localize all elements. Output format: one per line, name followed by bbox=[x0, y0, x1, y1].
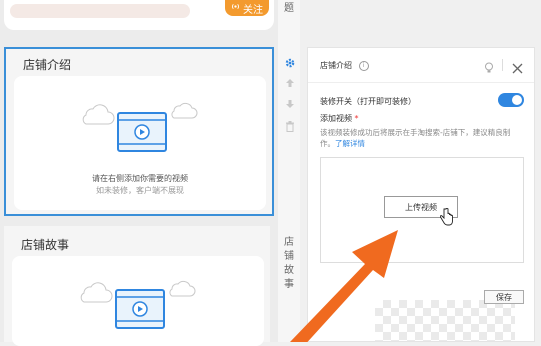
video-placeholder-illustration bbox=[82, 102, 198, 152]
hand-cursor-icon bbox=[439, 207, 454, 230]
cloud-icon bbox=[169, 280, 196, 297]
panel-title-text: 店铺介绍 bbox=[320, 61, 352, 70]
decoration-switch-label: 装修开关（打开即可装修） bbox=[320, 97, 416, 106]
video-description: 该视频装修成功后将展示在手淘搜索-店铺下，建议精良制作。了解详情 bbox=[320, 127, 525, 149]
shop-story-video-placeholder bbox=[12, 256, 264, 346]
arrow-up-icon[interactable] bbox=[282, 75, 298, 91]
add-video-label-text: 添加视频 bbox=[320, 114, 352, 123]
broadcast-icon bbox=[231, 2, 240, 14]
required-mark: * bbox=[354, 114, 359, 123]
video-play-icon bbox=[117, 112, 167, 152]
close-icon[interactable] bbox=[512, 59, 523, 78]
lightbulb-icon[interactable] bbox=[484, 59, 494, 78]
shop-story-module[interactable]: 店铺故事 bbox=[4, 226, 270, 346]
cloud-icon bbox=[82, 104, 115, 125]
shop-intro-video-placeholder: 请在右侧添加你需要的视频 如未装修，客户端不展现 bbox=[14, 76, 266, 210]
shop-header-card: 关注 bbox=[4, 0, 274, 30]
decoration-switch[interactable] bbox=[498, 93, 524, 107]
shop-intro-module[interactable]: 店铺介绍 请在右侧添加你需要的视频 如未装修，客户端不展现 bbox=[4, 47, 274, 216]
gear-icon[interactable] bbox=[282, 55, 298, 71]
save-button[interactable]: 保存 bbox=[484, 290, 524, 304]
video-hint-sub: 如未装修，客户端不展现 bbox=[96, 186, 184, 195]
follow-label: 关注 bbox=[243, 4, 263, 16]
learn-more-link[interactable]: 了解详情 bbox=[335, 139, 365, 148]
left-canvas: 关注 店铺介绍 请在右侧添加你需要的视频 如未装修，客户端不展现 店铺故事 bbox=[0, 0, 278, 346]
switch-knob bbox=[512, 95, 522, 105]
header-divider bbox=[502, 59, 503, 71]
follow-button[interactable]: 关注 bbox=[225, 0, 269, 16]
panel-header-divider bbox=[308, 82, 534, 83]
side-tab-top[interactable]: 题 bbox=[283, 2, 295, 16]
trash-icon[interactable] bbox=[282, 118, 298, 134]
shop-story-title: 店铺故事 bbox=[21, 238, 70, 252]
info-icon[interactable]: i bbox=[358, 60, 369, 71]
video-placeholder-illustration bbox=[80, 280, 196, 329]
add-video-label: 添加视频 * bbox=[320, 113, 359, 124]
video-hint-main: 请在右侧添加你需要的视频 bbox=[92, 174, 188, 183]
video-play-icon bbox=[115, 289, 165, 329]
arrow-down-icon[interactable] bbox=[282, 96, 298, 112]
cloud-icon bbox=[80, 282, 113, 303]
orange-arrow-icon bbox=[290, 230, 398, 342]
panel-title: 店铺介绍 i bbox=[320, 60, 369, 71]
shop-intro-title: 店铺介绍 bbox=[23, 58, 72, 72]
shop-header-blurred bbox=[10, 4, 190, 18]
cloud-icon bbox=[171, 102, 198, 119]
